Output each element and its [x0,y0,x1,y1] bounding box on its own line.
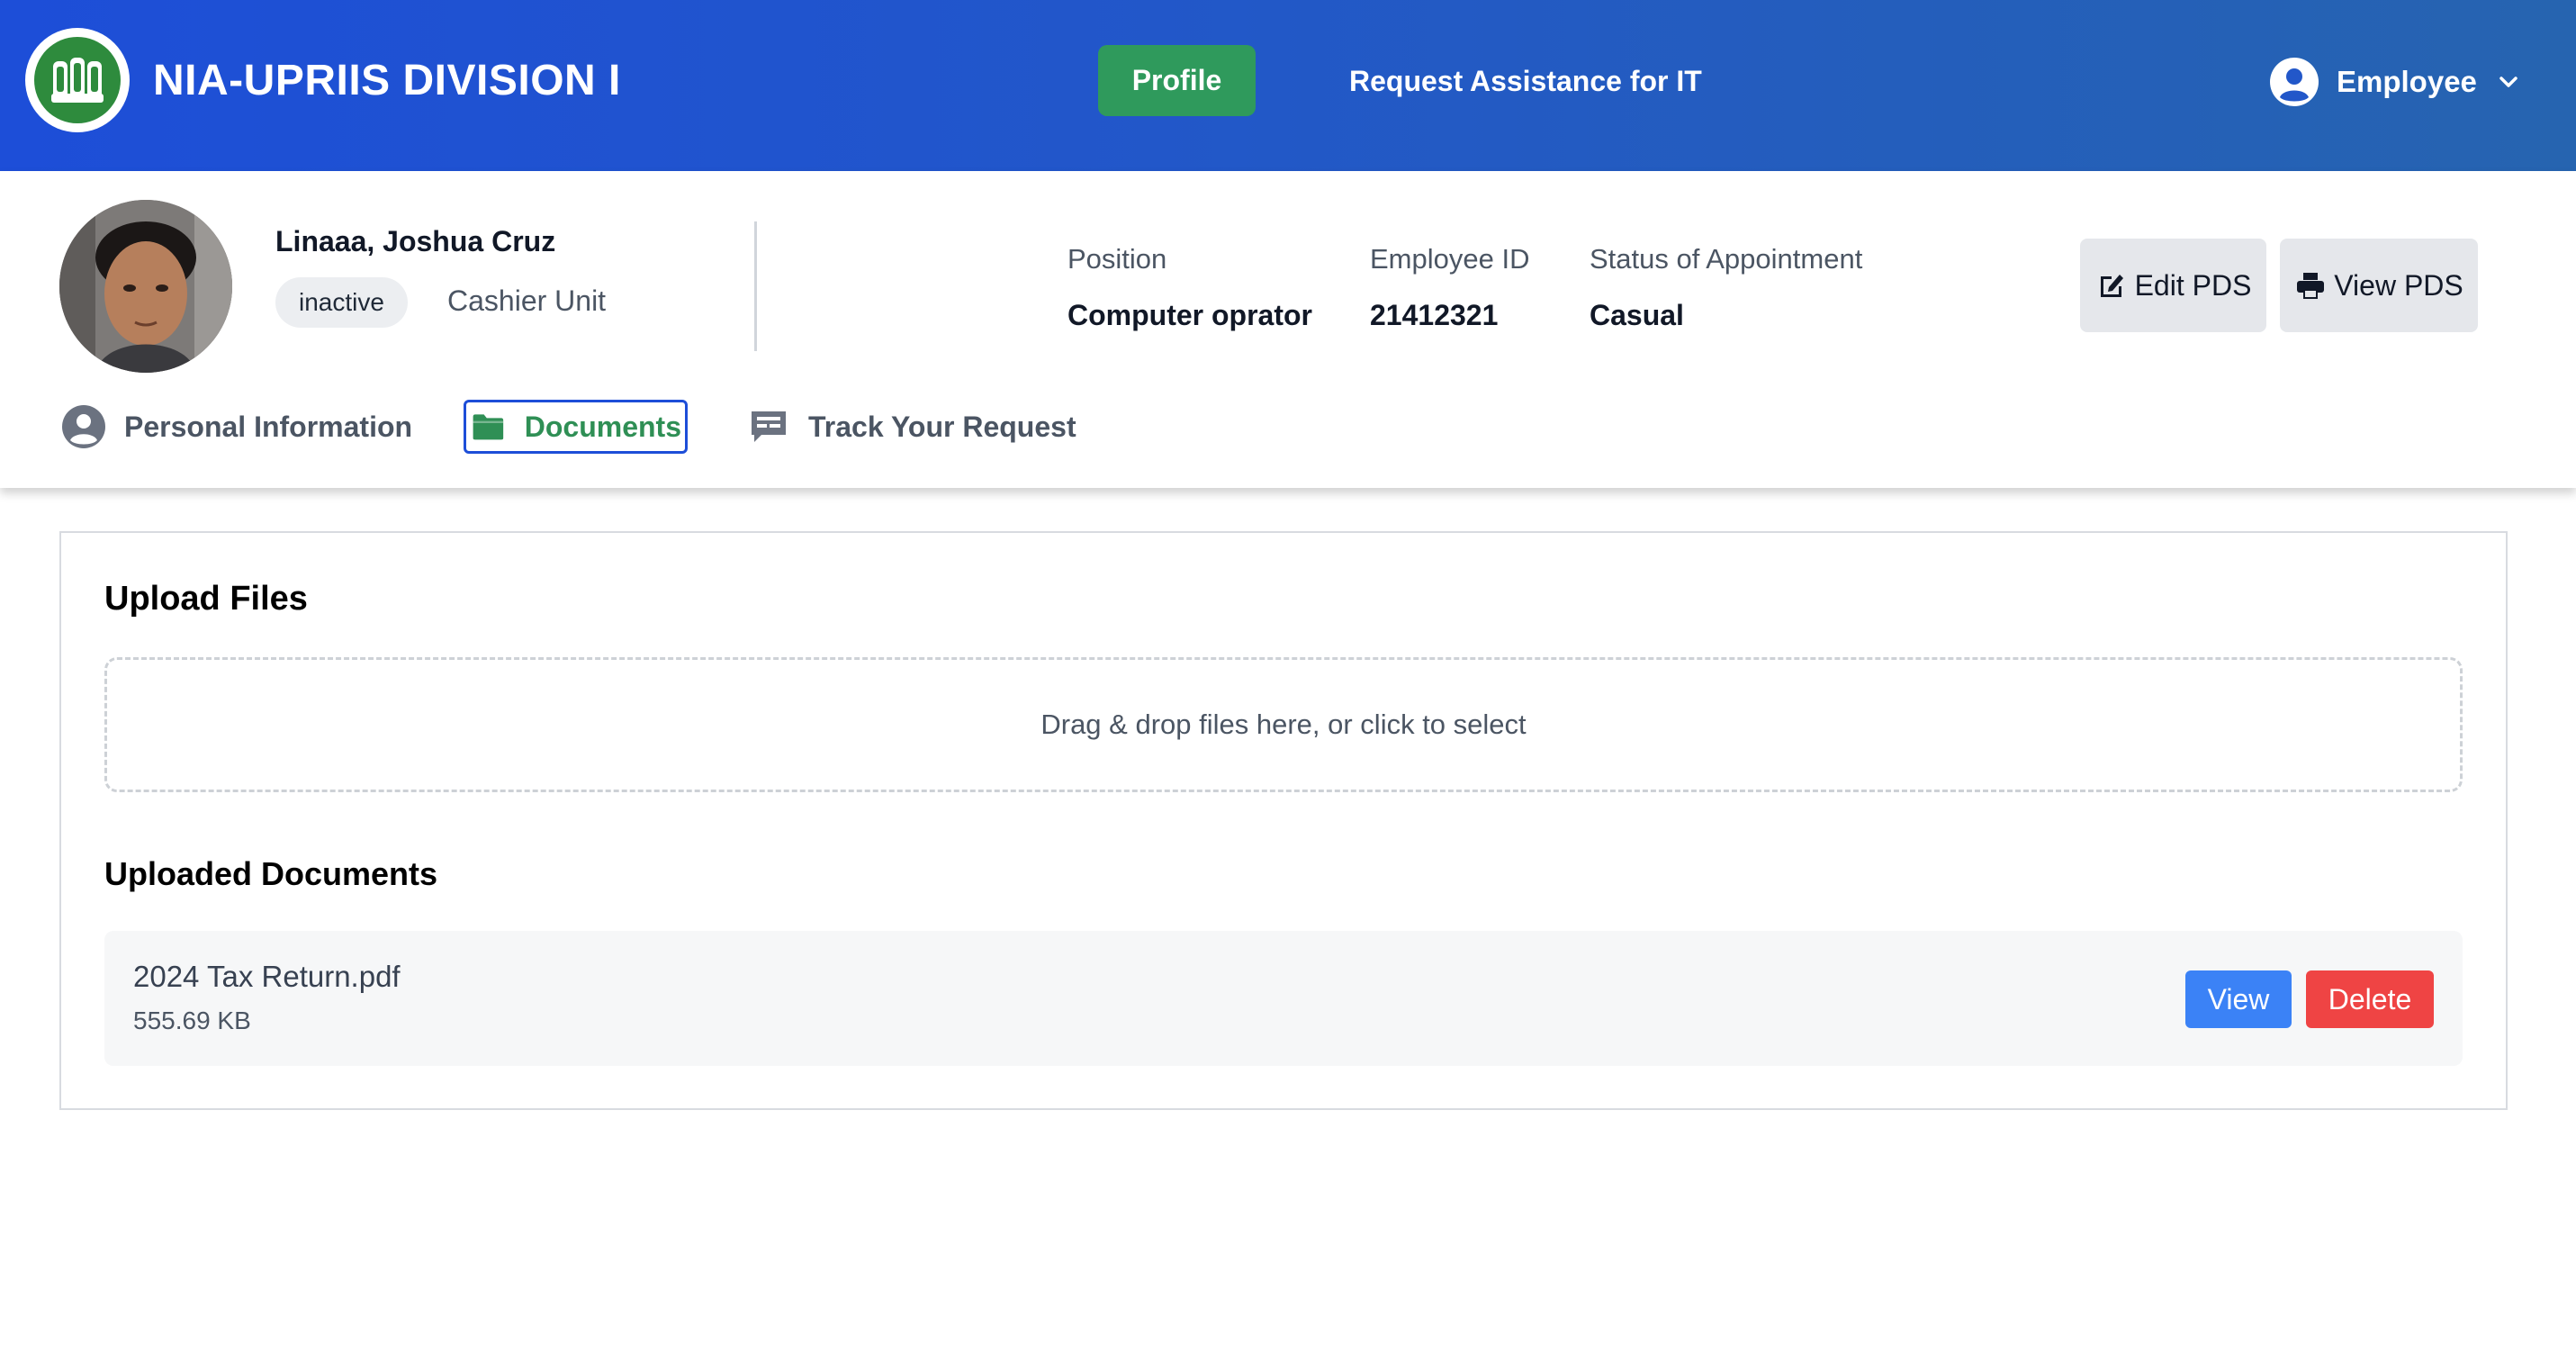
edit-icon [2100,275,2123,297]
appointment-field: Status of Appointment Casual [1590,241,1862,333]
file-dropzone[interactable]: Drag & drop files here, or click to sele… [104,657,2463,792]
user-circle-icon [62,405,105,448]
printer-icon [2297,273,2325,299]
tab-documents[interactable]: Documents [464,400,688,454]
employee-name: Linaaa, Joshua Cruz [275,225,556,257]
tab-label: Documents [524,410,681,443]
employee-id-value: 21412321 [1370,299,1499,331]
edit-pds-button[interactable]: Edit PDS [2080,239,2266,332]
chat-icon [752,411,786,442]
delete-document-button[interactable]: Delete [2306,970,2434,1028]
view-pds-label: View PDS [2334,268,2463,302]
appointment-value: Casual [1590,299,1684,331]
nav-request-it-link[interactable]: Request Assistance for IT [1349,61,1702,101]
edit-pds-label: Edit PDS [2134,268,2252,302]
user-menu[interactable]: Employee [2270,55,2520,109]
document-size: 555.69 KB [133,1006,251,1034]
tab-personal-information[interactable]: Personal Information [61,400,412,454]
profile-summary: Linaaa, Joshua Cruz inactive Cashier Uni… [0,171,2576,488]
tab-track-request[interactable]: Track Your Request [749,400,1076,454]
user-menu-label: Employee [2337,65,2477,98]
brand-title: NIA-UPRIIS DIVISION I [153,57,621,104]
employee-id-field: Employee ID 21412321 [1370,241,1529,333]
tab-label: Personal Information [124,410,413,443]
upload-files-title: Upload Files [104,580,308,618]
avatar [59,200,232,373]
employee-id-label: Employee ID [1370,243,1530,275]
profile-tabs: Personal Information Documents Track You… [0,400,2576,463]
employee-unit: Cashier Unit [447,284,607,317]
folder-icon [473,414,504,440]
logo-emblem-icon [34,37,121,123]
documents-panel: Upload Files Drag & drop files here, or … [59,531,2508,1110]
document-name: 2024 Tax Return.pdf [133,960,401,993]
nia-logo[interactable] [25,28,130,132]
uploaded-documents-title: Uploaded Documents [104,855,438,892]
dropzone-text: Drag & drop files here, or click to sele… [1040,709,1527,740]
view-pds-button[interactable]: View PDS [2280,239,2478,332]
user-circle-icon [2270,58,2319,106]
position-field: Position Computer oprator [1067,241,1312,333]
list-item: 2024 Tax Return.pdf 555.69 KB View Delet… [104,931,2463,1066]
position-label: Position [1067,243,1167,275]
appointment-label: Status of Appointment [1590,243,1863,275]
position-value: Computer oprator [1067,299,1312,331]
nav-profile-button[interactable]: Profile [1098,45,1256,116]
tab-label: Track Your Request [808,410,1076,443]
top-navbar: NIA-UPRIIS DIVISION I Profile Request As… [0,0,2576,171]
view-document-button[interactable]: View [2185,970,2292,1028]
chevron-down-icon [2499,77,2517,87]
status-badge: inactive [275,277,408,328]
divider [754,221,757,351]
